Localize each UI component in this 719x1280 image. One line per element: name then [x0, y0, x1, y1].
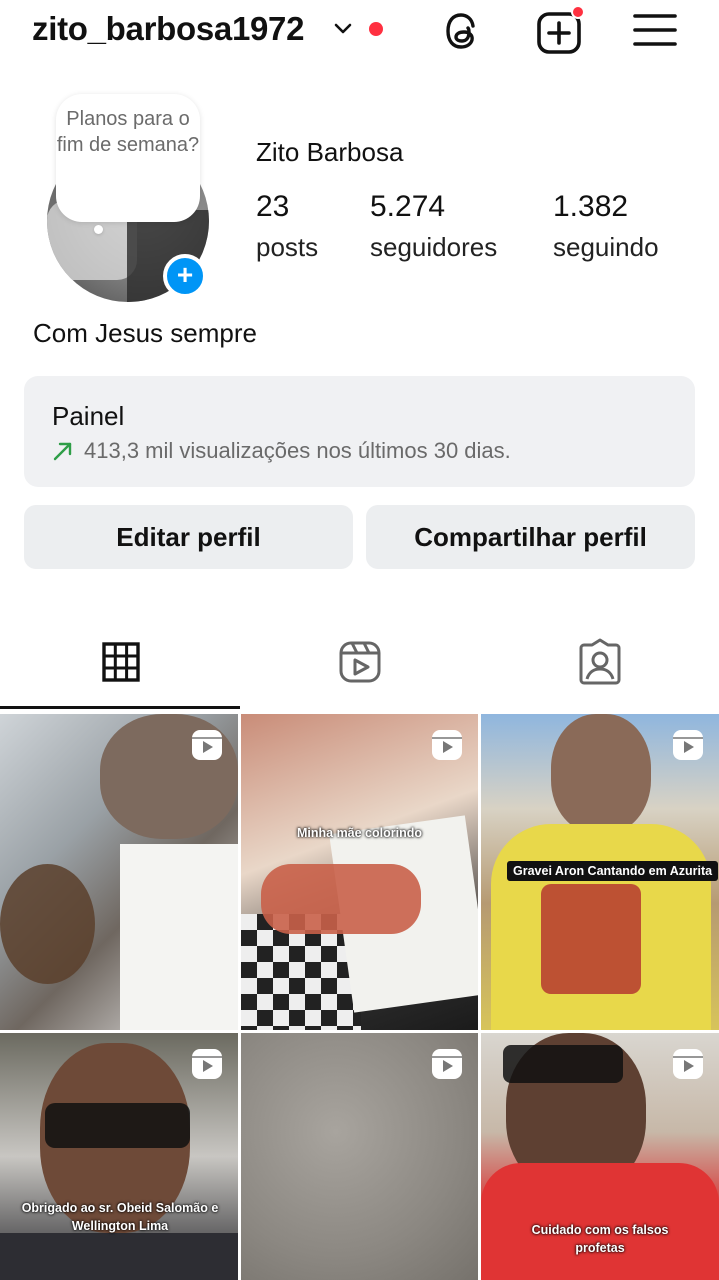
posts-label[interactable]: posts [256, 232, 318, 263]
posts-grid: Minha mãe colorindo Gravei Aron Cantando… [0, 714, 719, 1280]
note-bubble-tail [94, 225, 103, 234]
post-thumbnail[interactable]: Cuidado com os falsos profetas [481, 1033, 719, 1280]
reels-icon [339, 641, 381, 683]
posts-count[interactable]: 23 [256, 190, 289, 224]
add-notification-dot [571, 5, 585, 19]
share-profile-button[interactable]: Compartilhar perfil [366, 505, 695, 569]
dashboard-panel[interactable]: Painel 413,3 mil visualizações nos últim… [24, 376, 695, 487]
post-caption: Minha mãe colorindo [296, 826, 422, 840]
post-thumbnail[interactable] [241, 1033, 478, 1280]
reel-icon [432, 730, 462, 760]
tab-tagged[interactable] [480, 636, 719, 688]
bio: Com Jesus sempre [33, 318, 257, 348]
edit-profile-button[interactable]: Editar perfil [24, 505, 353, 569]
dashboard-subtitle: 413,3 mil visualizações nos últimos 30 d… [84, 438, 511, 463]
menu-icon[interactable] [633, 10, 677, 50]
notification-dot [369, 22, 383, 36]
note-bubble[interactable]: Planos para o fim de semana? [56, 94, 200, 222]
grid-icon [102, 642, 140, 682]
following-count[interactable]: 1.382 [553, 190, 628, 224]
add-story-icon[interactable]: + [163, 254, 207, 298]
threads-icon[interactable] [440, 9, 484, 53]
reel-icon [432, 1049, 462, 1079]
note-text: Planos para o fim de semana? [56, 108, 200, 156]
post-thumbnail[interactable]: Gravei Aron Cantando em Azurita [481, 714, 719, 1030]
username[interactable]: zito_barbosa1972 [32, 10, 304, 48]
dashboard-title: Painel [52, 401, 125, 431]
chevron-down-icon[interactable] [332, 18, 354, 40]
reel-icon [673, 1049, 703, 1079]
tagged-icon [579, 638, 621, 685]
followers-label[interactable]: seguidores [370, 232, 497, 263]
reel-icon [673, 730, 703, 760]
trend-up-icon [53, 442, 72, 461]
tab-grid[interactable] [0, 636, 239, 688]
post-thumbnail[interactable]: Obrigado ao sr. Obeid Salomão e Wellingt… [0, 1033, 238, 1280]
active-tab-indicator [0, 706, 240, 709]
post-thumbnail[interactable] [0, 714, 238, 1030]
tab-reels[interactable] [240, 636, 479, 688]
following-label[interactable]: seguindo [553, 232, 659, 263]
post-caption: Obrigado ao sr. Obeid Salomão e Wellingt… [21, 1201, 219, 1233]
post-thumbnail[interactable]: Minha mãe colorindo [241, 714, 478, 1030]
display-name: Zito Barbosa [256, 137, 404, 167]
post-caption: Cuidado com os falsos profetas [531, 1223, 669, 1255]
reel-icon [192, 1049, 222, 1079]
reel-icon [192, 730, 222, 760]
post-caption: Gravei Aron Cantando em Azurita [507, 861, 719, 881]
followers-count[interactable]: 5.274 [370, 190, 445, 224]
top-bar: zito_barbosa1972 [0, 0, 719, 64]
